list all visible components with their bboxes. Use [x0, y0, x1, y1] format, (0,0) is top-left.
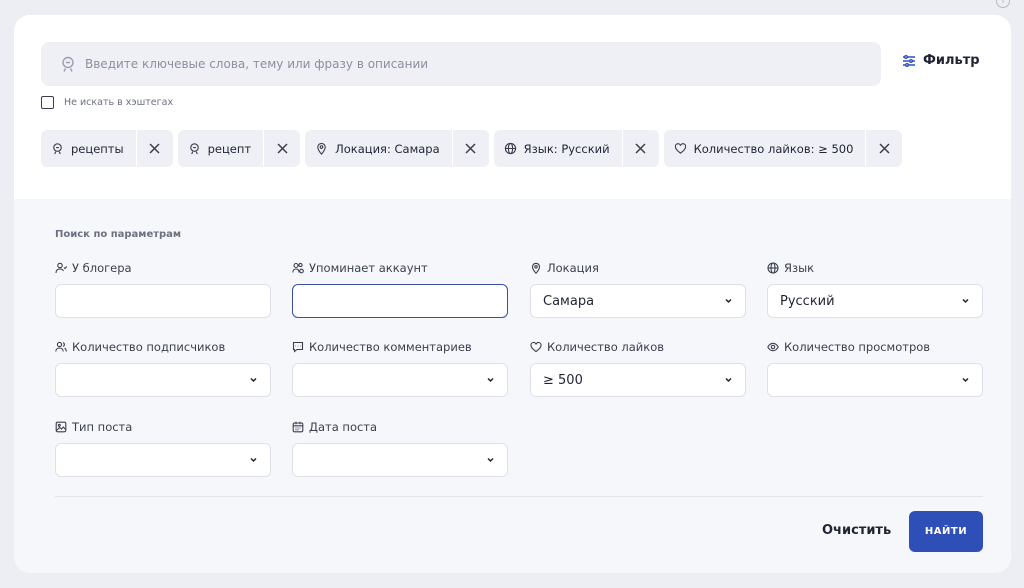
chip-label: рецепт: [207, 141, 252, 156]
chip-remove-button[interactable]: [263, 130, 300, 167]
chip-label: рецепты: [71, 141, 124, 156]
info-icon[interactable]: i: [996, 0, 1010, 8]
search-panel: Фильтр Не искать в хэштегах рецепты реце…: [14, 15, 1011, 573]
field-comments: Количество комментариев: [292, 339, 508, 397]
chip-label: Язык: Русский: [523, 141, 610, 156]
field-label-text: Тип поста: [72, 420, 133, 434]
comment-icon: [292, 341, 304, 353]
close-icon: [277, 143, 288, 154]
chevron-down-icon: [250, 377, 257, 383]
field-mentions: Упоминает аккаунт: [292, 260, 508, 318]
chip-remove-button[interactable]: [451, 130, 489, 167]
field-post-type: Тип поста: [55, 419, 271, 477]
hashtag-checkbox[interactable]: [41, 96, 54, 109]
location-pin-icon: [317, 142, 326, 155]
filter-button[interactable]: Фильтр: [902, 53, 980, 68]
views-select[interactable]: [767, 363, 983, 397]
search-input[interactable]: [85, 57, 845, 71]
field-post-date: Дата поста: [292, 419, 508, 477]
active-filter-chips: рецепты рецепт Локация: Самара Язык: Рус…: [41, 130, 903, 167]
hashtag-option: Не искать в хэштегах: [41, 96, 173, 109]
blogger-input[interactable]: [55, 284, 271, 318]
calendar-icon: [292, 421, 304, 433]
field-followers: Количество подписчиков: [55, 339, 271, 397]
chip-keyword-recept: рецепт: [177, 130, 301, 167]
field-label-text: Количество просмотров: [784, 340, 931, 354]
divider: [55, 496, 983, 497]
post-date-select[interactable]: [292, 443, 508, 477]
close-icon: [149, 143, 160, 154]
chevron-down-icon: [487, 377, 494, 383]
field-label-text: Количество комментариев: [309, 340, 472, 354]
field-label-text: Количество подписчиков: [72, 340, 226, 354]
eye-icon: [767, 342, 779, 352]
user-check-icon: [55, 262, 67, 274]
close-icon: [465, 143, 476, 154]
field-location: Локация Самара: [530, 260, 746, 318]
params-title: Поиск по параметрам: [55, 229, 182, 240]
globe-icon: [767, 262, 779, 274]
chevron-down-icon: [250, 457, 257, 463]
field-language: Язык Русский: [767, 260, 983, 318]
heart-icon: [530, 341, 542, 353]
chip-language: Язык: Русский: [493, 130, 659, 167]
search-bar[interactable]: [41, 42, 881, 86]
clear-button[interactable]: Очистить: [822, 523, 891, 538]
globe-icon: [504, 142, 516, 155]
comments-select[interactable]: [292, 363, 508, 397]
field-label-text: Количество лайков: [547, 340, 665, 354]
chip-remove-button[interactable]: [865, 130, 902, 167]
search-header: Фильтр Не искать в хэштегах рецепты реце…: [14, 15, 1011, 199]
chip-likes: Количество лайков: ≥ 500: [663, 130, 903, 167]
chevron-down-icon: [725, 377, 732, 383]
keyword-icon: [189, 143, 199, 155]
field-label-text: Язык: [784, 261, 815, 275]
chevron-down-icon: [487, 457, 494, 463]
close-icon: [635, 143, 646, 154]
mentions-input[interactable]: [292, 284, 508, 318]
likes-select[interactable]: ≥ 500: [530, 363, 746, 397]
sliders-icon: [903, 54, 915, 67]
image-icon: [55, 421, 67, 433]
close-icon: [879, 143, 890, 154]
chevron-down-icon: [962, 298, 969, 304]
heart-icon: [674, 143, 686, 154]
hashtag-checkbox-label: Не искать в хэштегах: [64, 97, 174, 108]
location-select[interactable]: Самара: [530, 284, 746, 318]
field-likes: Количество лайков ≥ 500: [530, 339, 746, 397]
language-select[interactable]: Русский: [767, 284, 983, 318]
users-mention-icon: [292, 262, 304, 274]
followers-select[interactable]: [55, 363, 271, 397]
chip-remove-button[interactable]: [621, 130, 659, 167]
chevron-down-icon: [962, 377, 969, 383]
filter-label: Фильтр: [923, 53, 980, 68]
field-label-text: Упоминает аккаунт: [309, 261, 428, 275]
location-pin-icon: [531, 262, 541, 274]
chip-label: Локация: Самара: [335, 141, 440, 156]
users-icon: [55, 341, 67, 352]
chevron-down-icon: [725, 298, 732, 304]
chip-location: Локация: Самара: [305, 130, 489, 167]
chip-keyword-recepty: рецепты: [41, 130, 173, 167]
post-type-select[interactable]: [55, 443, 271, 477]
find-button[interactable]: НАЙТИ: [909, 511, 983, 552]
keyword-icon: [53, 143, 62, 155]
field-views: Количество просмотров: [767, 339, 983, 397]
field-label-text: Дата поста: [309, 420, 378, 434]
field-label-text: Локация: [547, 261, 599, 275]
keyword-search-icon: [62, 56, 74, 72]
field-label-text: У блогера: [72, 261, 132, 275]
field-blogger: У блогера: [55, 260, 271, 318]
chip-remove-button[interactable]: [135, 130, 173, 167]
chip-label: Количество лайков: ≥ 500: [693, 141, 854, 156]
